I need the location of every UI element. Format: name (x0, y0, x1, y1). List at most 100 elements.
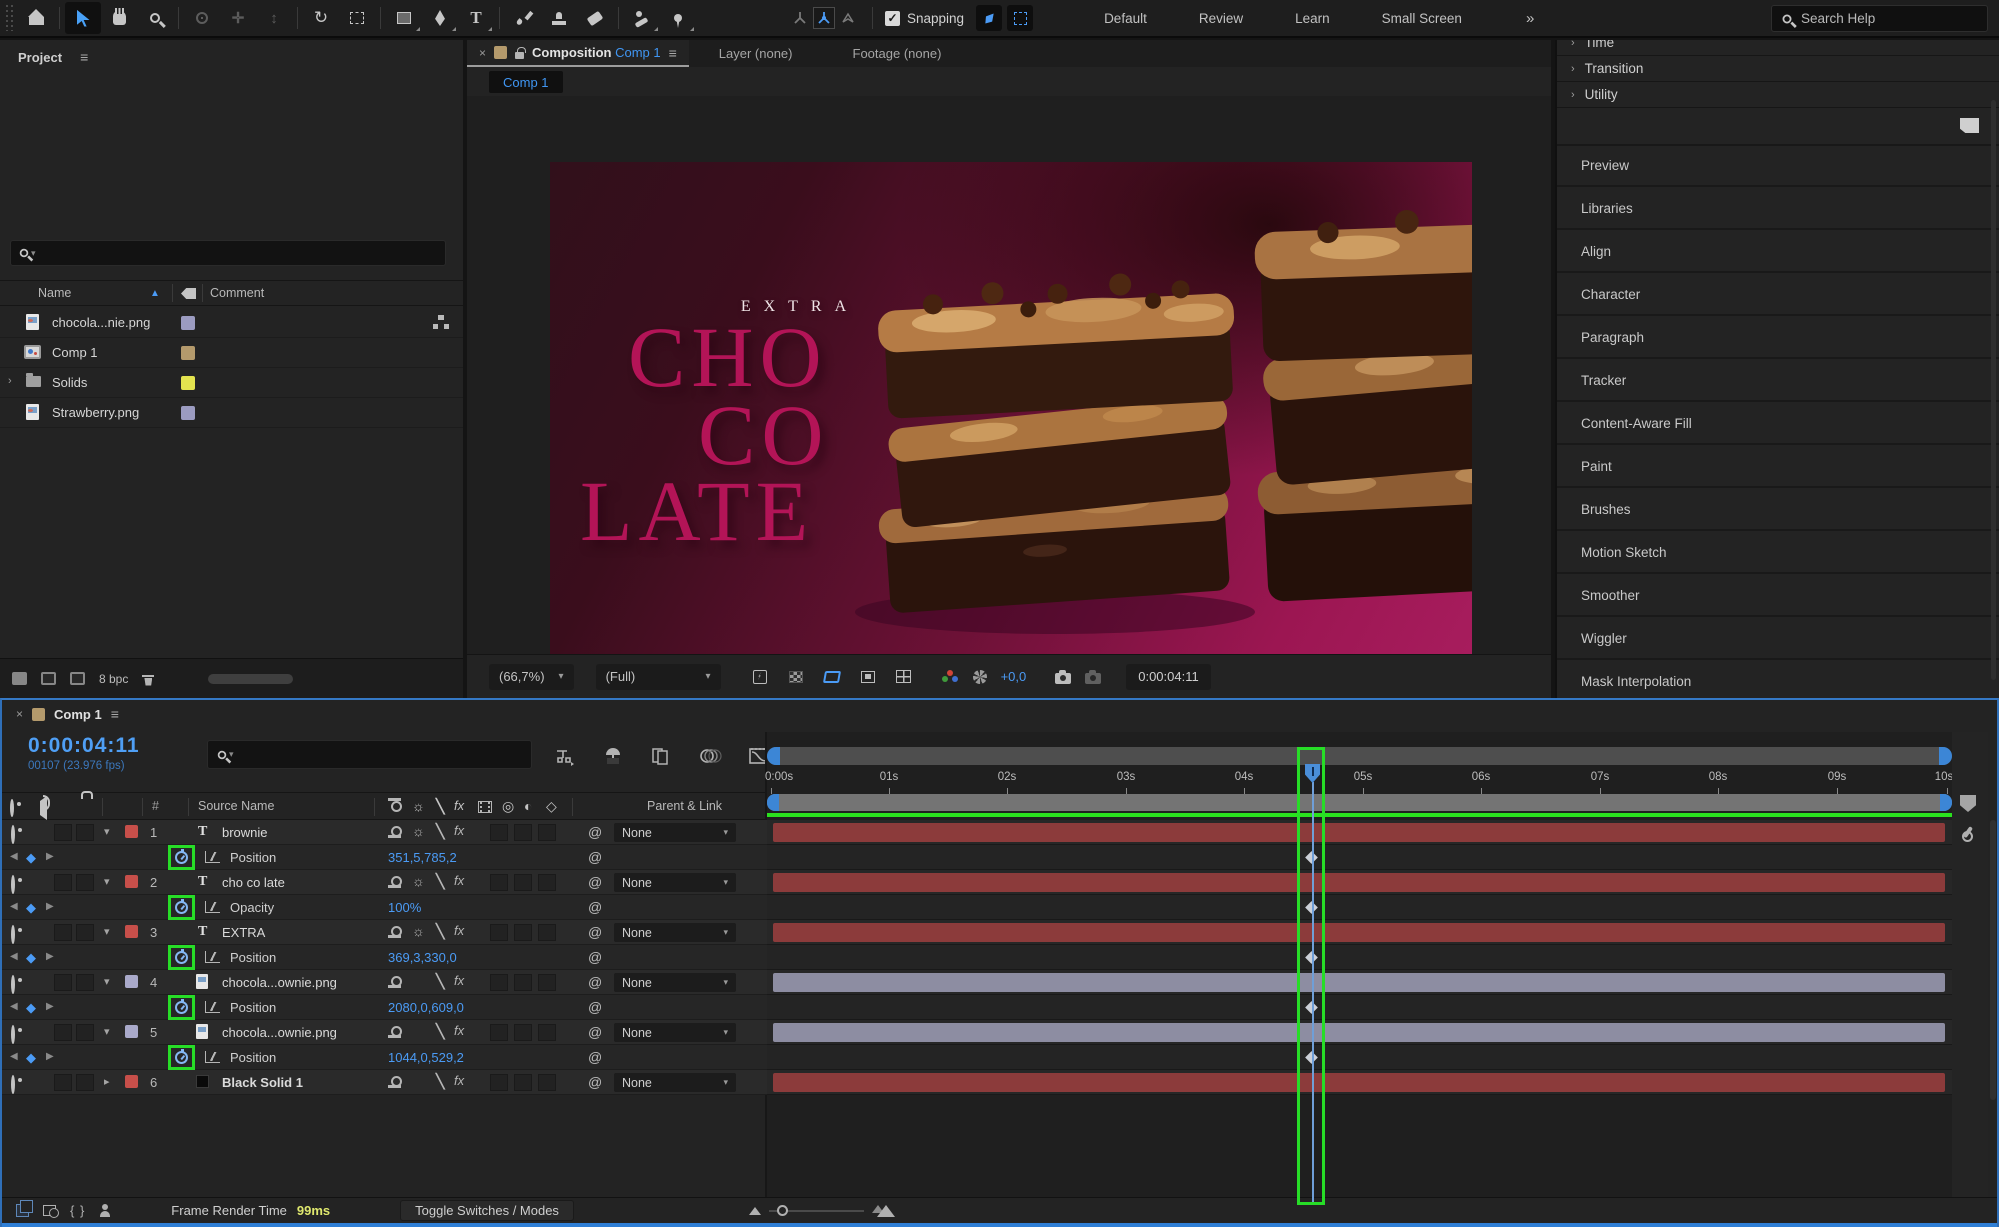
snap-to-features-button[interactable] (1007, 5, 1033, 31)
snapping-checkbox[interactable]: ✓ (885, 11, 900, 26)
expander-icon[interactable]: ▾ (104, 1025, 110, 1038)
panel-corner-icon[interactable] (1960, 118, 1979, 133)
layer-lane[interactable] (767, 1070, 1952, 1095)
label-color-swatch[interactable] (181, 376, 195, 390)
switch-cell[interactable] (490, 824, 508, 841)
switch-cell[interactable] (514, 974, 532, 991)
local-axis-mode[interactable] (790, 8, 810, 28)
tab-layer[interactable]: Layer (none) (689, 46, 823, 61)
prev-keyframe-icon[interactable]: ◀ (10, 1001, 18, 1012)
work-area-bar[interactable] (767, 794, 1952, 811)
switch-cell[interactable] (76, 874, 94, 891)
timeline-menu-icon[interactable]: ≡ (111, 706, 119, 722)
brush-tool[interactable] (505, 2, 541, 34)
toggle-switches-modes-button[interactable]: Toggle Switches / Modes (400, 1200, 574, 1221)
layer-lane[interactable] (767, 1020, 1952, 1045)
adjustment-layer-column-icon[interactable]: ◐ (524, 798, 532, 814)
property-name[interactable]: Position (230, 1050, 276, 1065)
effects-switch[interactable]: fx (454, 1023, 464, 1038)
motion-blur-icon[interactable] (698, 746, 722, 766)
close-icon[interactable]: × (16, 707, 23, 721)
shy-switch[interactable] (388, 1076, 401, 1088)
shy-switch[interactable] (388, 976, 401, 988)
parent-pickwhip-icon[interactable]: @ (588, 874, 602, 890)
eraser-tool[interactable] (577, 2, 613, 34)
property-pickwhip-icon[interactable]: @ (588, 849, 602, 865)
switch-cell[interactable] (54, 874, 72, 891)
layer-color-swatch[interactable] (125, 975, 138, 988)
parent-dropdown[interactable]: None▾ (614, 873, 736, 892)
parent-pickwhip-icon[interactable]: @ (588, 1024, 602, 1040)
resolution-dropdown[interactable]: (Full)▾ (596, 664, 721, 690)
panel-tab-content-aware-fill[interactable]: Content-Aware Fill (1557, 404, 1999, 445)
hand-tool[interactable] (101, 2, 137, 34)
workspace-tab-default[interactable]: Default (1078, 11, 1173, 26)
zoom-tool[interactable] (137, 2, 173, 34)
switch-cell[interactable] (490, 1074, 508, 1091)
switch-cell[interactable] (538, 824, 556, 841)
shy-switch[interactable] (388, 876, 401, 888)
add-keyframe-icon[interactable]: ◆ (26, 850, 36, 866)
property-name[interactable]: Opacity (230, 900, 274, 915)
effect-category-transition[interactable]: › Transition (1557, 56, 1999, 82)
switch-cell[interactable] (54, 924, 72, 941)
switch-cell[interactable] (54, 1074, 72, 1091)
layer-duration-bar[interactable] (773, 923, 1945, 942)
collapse-switch[interactable]: ☼ (412, 823, 425, 839)
parent-pickwhip-icon[interactable]: @ (588, 1074, 602, 1090)
panel-tab-preview[interactable]: Preview (1557, 146, 1999, 187)
view-axis-mode[interactable] (838, 8, 858, 28)
panel-tab-motion-sketch[interactable]: Motion Sketch (1557, 533, 1999, 574)
quality-switch[interactable]: ╲ (436, 1023, 444, 1040)
parent-pickwhip-icon[interactable]: @ (588, 924, 602, 940)
take-snapshot-button[interactable] (1048, 664, 1078, 690)
panel-scrollbar[interactable] (1991, 100, 1996, 680)
layer-duration-bar[interactable] (773, 973, 1945, 992)
search-help-box[interactable]: Search Help (1771, 5, 1988, 32)
effects-switch[interactable]: fx (454, 973, 464, 988)
panel-tab-character[interactable]: Character (1557, 275, 1999, 316)
next-keyframe-icon[interactable]: ▶ (46, 901, 54, 912)
snap-along-edges-button[interactable] (976, 5, 1002, 31)
in-out-panes-button[interactable]: { } (70, 1203, 85, 1218)
switch-cell[interactable] (76, 1074, 94, 1091)
parent-pickwhip-icon[interactable]: @ (588, 974, 602, 990)
layer-color-swatch[interactable] (125, 925, 138, 938)
column-source-name[interactable]: Source Name (198, 799, 274, 813)
interpret-footage-icon[interactable] (12, 672, 27, 685)
eye-icon[interactable] (11, 877, 15, 892)
project-item-row[interactable]: chocola...nie.png (0, 308, 463, 338)
region-of-interest-button[interactable] (853, 664, 883, 690)
panel-tab-mask-interpolation[interactable]: Mask Interpolation (1557, 662, 1999, 698)
effects-switch[interactable]: fx (454, 1073, 464, 1088)
eye-icon[interactable] (11, 977, 15, 992)
panel-tab-smoother[interactable]: Smoother (1557, 576, 1999, 617)
world-axis-mode[interactable] (814, 8, 834, 28)
property-pickwhip-icon[interactable]: @ (588, 999, 602, 1015)
property-lane[interactable] (767, 845, 1952, 870)
layer-row[interactable]: ▾ 2 T cho co late ☼ ╲ fx @ None▾ (2, 870, 767, 895)
dolly-camera-tool[interactable]: ↕ (256, 2, 292, 34)
property-graph-icon[interactable] (205, 1001, 220, 1013)
channel-button[interactable] (935, 664, 965, 690)
property-value[interactable]: 100% (388, 900, 421, 915)
switch-cell[interactable] (514, 874, 532, 891)
panel-tab-align[interactable]: Align (1557, 232, 1999, 273)
workspace-tab-small-screen[interactable]: Small Screen (1356, 11, 1488, 26)
switch-cell[interactable] (76, 974, 94, 991)
comp-viewer[interactable]: EXTRA CHO CO LATE BROWNIE (467, 96, 1551, 654)
exposure-reset-button[interactable] (965, 664, 995, 690)
project-item-row[interactable]: Strawberry.png (0, 398, 463, 428)
property-row[interactable]: ◀ ◆ ▶ Opacity 100% @ (2, 895, 767, 920)
camera-roi-tool[interactable] (339, 2, 375, 34)
switch-cell[interactable] (538, 1024, 556, 1041)
3d-layer-column-icon[interactable]: ◇ (546, 798, 557, 815)
panel-tab-brushes[interactable]: Brushes (1557, 490, 1999, 531)
layer-row[interactable]: ▾ 4 chocola...ownie.png ╲ fx @ None▾ (2, 970, 767, 995)
layer-name[interactable]: chocola...ownie.png (222, 1025, 337, 1040)
effects-switch[interactable]: fx (454, 873, 464, 888)
selection-tool[interactable] (65, 2, 101, 34)
panel-tab-wiggler[interactable]: Wiggler (1557, 619, 1999, 660)
layer-duration-bar[interactable] (773, 823, 1945, 842)
prev-keyframe-icon[interactable]: ◀ (10, 951, 18, 962)
